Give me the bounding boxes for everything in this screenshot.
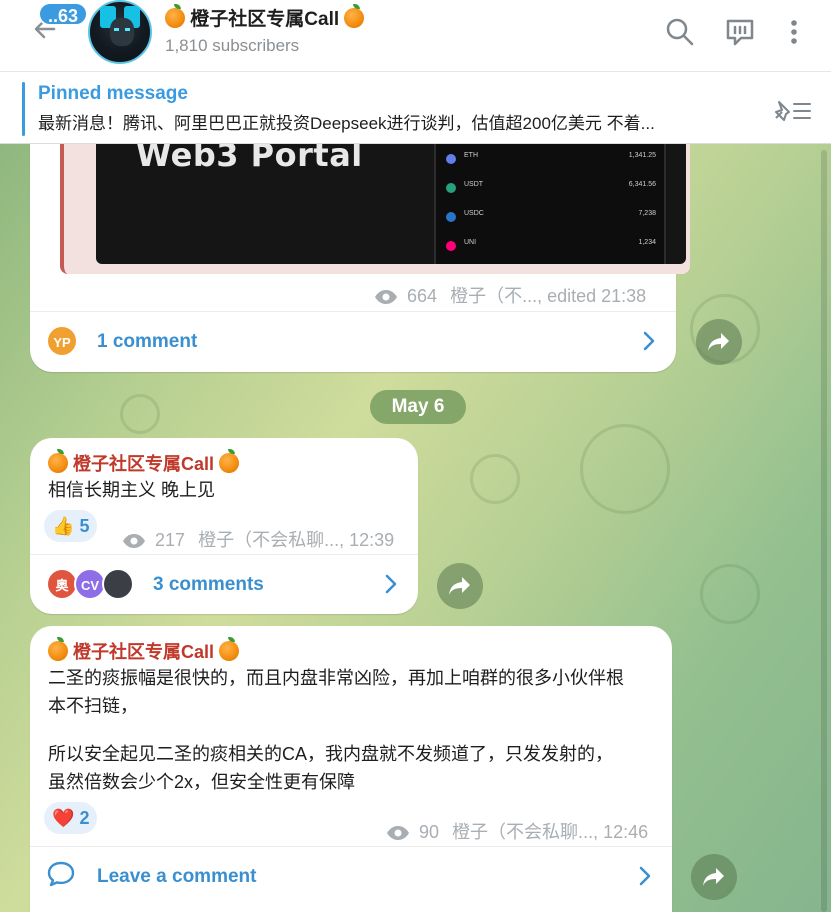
coin-row: UNI 1,234 (446, 239, 656, 261)
discussion-icon[interactable] (724, 16, 756, 48)
link-preview-frame[interactable]: Web3 Portal ETH 1,341.25 USDT 6,341.56 U… (60, 144, 690, 274)
coin-value: 7,238 (638, 210, 656, 217)
chevron-right-icon[interactable] (384, 573, 398, 595)
message-text-line: 二圣的痰振幅是很快的，而且内盘非常凶险，再加上咱群的很多小伙伴根 (48, 668, 624, 688)
sender-name[interactable]: 橙子社区专属Call (48, 449, 240, 476)
share-arrow-icon (449, 577, 470, 595)
sender-name-text: 橙子社区专属Call (73, 642, 215, 662)
forward-button[interactable] (437, 563, 483, 609)
message-text-line: 所以安全起见二圣的痰相关的CA，我内盘就不发频道了，只发发射的， (48, 744, 614, 764)
comments-divider (30, 554, 418, 555)
phone-mockup: ETH 1,341.25 USDT 6,341.56 USDC 7,238 UN… (434, 144, 666, 264)
forward-button[interactable] (691, 854, 737, 900)
usdt-icon (446, 183, 456, 193)
comments-divider (30, 311, 676, 312)
leave-comment-link[interactable]: Leave a comment (97, 866, 256, 888)
views-count: 664 (407, 286, 438, 306)
message-text: 相信长期主义 晚上见 (48, 480, 216, 500)
wallpaper-doodle (580, 424, 670, 514)
image-post-bubble[interactable]: Web3 Portal ETH 1,341.25 USDT 6,341.56 U… (30, 144, 690, 372)
subscriber-count: 1,810 subscribers (165, 36, 300, 55)
reaction-heart[interactable]: ❤️ 2 (44, 802, 98, 834)
views-eye-icon (375, 290, 397, 305)
pinned-message-bar[interactable]: Pinned message 最新消息！腾讯、阿里巴巴正就投资Deepseek进… (0, 72, 831, 144)
post-meta: 90 橙子（不会私聊..., 12:46 (386, 818, 648, 844)
pinned-indicator (22, 82, 25, 136)
scrollbar[interactable] (821, 150, 827, 912)
forward-button[interactable] (696, 319, 742, 365)
orange-emoji-icon (165, 4, 185, 28)
coin-value: 6,341.56 (628, 181, 656, 188)
message-text-line: 虽然倍数会少个2x，但安全性更有保障 (48, 772, 356, 792)
coin-value: 1,341.25 (628, 152, 656, 159)
channel-title-text: 橙子社区专属Call (190, 9, 340, 30)
unread-count-badge[interactable]: ..63 (38, 2, 89, 26)
eth-icon (446, 154, 456, 164)
wallpaper-doodle (700, 564, 760, 624)
coin-name: USDC (464, 210, 484, 217)
wallpaper-doodle (470, 454, 520, 504)
avatar-face (110, 18, 134, 46)
message-text-line: 本不扫链， (48, 696, 138, 716)
coin-row: USDC 7,238 (446, 210, 656, 232)
heart-emoji-icon: ❤️ (52, 808, 75, 828)
channel-title[interactable]: 橙子社区专属Call (165, 4, 365, 31)
comments-link[interactable]: 1 comment (97, 331, 197, 353)
views-count: 90 (419, 822, 440, 842)
preview-image-title: Web3 Portal (136, 144, 363, 174)
views-eye-icon (123, 534, 145, 549)
orange-emoji-icon (219, 449, 240, 473)
post-meta: 217 橙子（不会私聊..., 12:39 (122, 526, 394, 552)
post-signature: 橙子（不..., edited 21:38 (450, 286, 647, 306)
coin-row: ETH 1,341.25 (446, 152, 656, 174)
commenter-avatar: YP (46, 325, 78, 357)
pinned-text: 最新消息！腾讯、阿里巴巴正就投资Deepseek进行谈判，估值超200亿美元 不… (38, 114, 655, 133)
pinned-list-icon[interactable] (770, 96, 814, 124)
post-signature: 橙子（不会私聊..., 12:39 (198, 530, 395, 550)
wallpaper-doodle (120, 394, 160, 434)
date-separator: May 6 (370, 390, 466, 424)
comment-bubble-icon (47, 861, 75, 887)
chat-area[interactable]: Web3 Portal ETH 1,341.25 USDT 6,341.56 U… (0, 144, 831, 912)
coin-row: USDT 6,341.56 (446, 181, 656, 203)
coin-name: ETH (464, 152, 478, 159)
views-count: 217 (155, 530, 186, 550)
post-signature: 橙子（不会私聊..., 12:46 (452, 822, 649, 842)
coin-name: UNI (464, 239, 477, 246)
post-meta: 664 橙子（不..., edited 21:38 (374, 282, 646, 308)
preview-image[interactable]: Web3 Portal ETH 1,341.25 USDT 6,341.56 U… (96, 144, 686, 264)
orange-emoji-icon (48, 637, 68, 661)
chevron-right-icon[interactable] (638, 865, 652, 887)
channel-avatar[interactable] (88, 0, 152, 64)
share-arrow-icon (703, 868, 724, 886)
uni-icon (446, 241, 456, 251)
message-bubble[interactable]: 橙子社区专属Call 相信长期主义 晚上见 👍 5 217 橙子（不会私聊...… (30, 438, 418, 614)
orange-emoji-icon (219, 637, 240, 661)
reaction-count: 5 (79, 516, 90, 536)
chevron-right-icon[interactable] (642, 330, 656, 352)
sender-name[interactable]: 橙子社区专属Call (48, 637, 240, 664)
coin-name: USDT (464, 181, 484, 188)
avatar-eye-left (114, 28, 119, 31)
orange-emoji-icon (48, 449, 68, 473)
thumbs-up-emoji-icon: 👍 (52, 516, 75, 536)
coin-value: 1,234 (638, 239, 656, 246)
search-icon[interactable] (664, 16, 696, 48)
comments-divider (30, 846, 672, 847)
views-eye-icon (387, 826, 409, 841)
chat-header: ..63 橙子社区专属Call 1,810 subscribers (0, 0, 831, 72)
avatar-eye-right (125, 28, 130, 31)
orange-emoji-icon (344, 4, 365, 28)
share-arrow-icon (708, 333, 729, 351)
commenter-avatar-photo (102, 568, 134, 600)
usdc-icon (446, 212, 456, 222)
more-menu-icon[interactable] (778, 16, 810, 48)
pinned-label: Pinned message (38, 83, 188, 104)
reaction-count: 2 (79, 808, 90, 828)
sender-name-text: 橙子社区专属Call (73, 454, 215, 474)
comments-link[interactable]: 3 comments (153, 574, 264, 596)
message-bubble[interactable]: 橙子社区专属Call 二圣的痰振幅是很快的，而且内盘非常凶险，再加上咱群的很多小… (30, 626, 672, 912)
reaction-thumbs-up[interactable]: 👍 5 (44, 510, 98, 542)
